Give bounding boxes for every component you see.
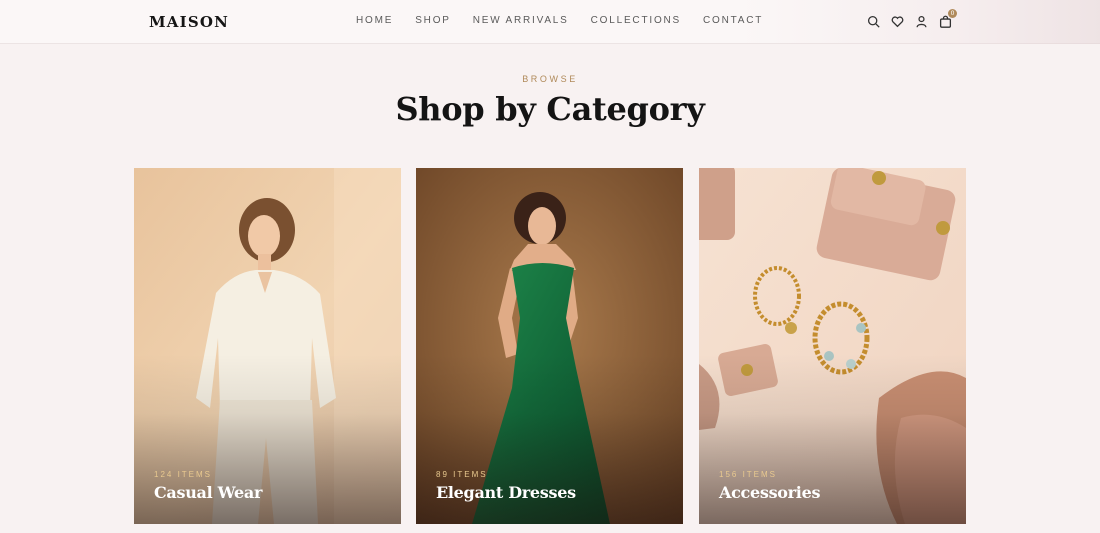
nav-shop[interactable]: SHOP [415, 15, 451, 26]
category-count: 156 ITEMS [719, 470, 778, 479]
section-eyebrow: BROWSE [522, 74, 578, 84]
category-count: 89 ITEMS [436, 470, 488, 479]
category-card-elegant-dresses[interactable]: 89 ITEMS Elegant Dresses [416, 168, 683, 524]
search-icon [867, 15, 880, 28]
nav-new-arrivals[interactable]: NEW ARRIVALS [473, 15, 569, 26]
category-card-accessories[interactable]: 156 ITEMS Accessories [699, 168, 966, 524]
heart-icon [891, 15, 903, 27]
category-count: 124 ITEMS [154, 470, 213, 479]
cart-count-badge: 0 [948, 9, 957, 18]
account-button[interactable] [914, 13, 928, 29]
section-title: Shop by Category [395, 90, 705, 128]
header-actions: 0 [866, 9, 962, 29]
nav-home[interactable]: HOME [356, 15, 393, 26]
search-button[interactable] [866, 13, 880, 29]
brand-logo[interactable]: MAISON [149, 13, 229, 31]
main-nav: HOME SHOP NEW ARRIVALS COLLECTIONS CONTA… [356, 15, 785, 26]
category-name: Accessories [719, 483, 821, 502]
category-card-casual-wear[interactable]: 124 ITEMS Casual Wear [134, 168, 401, 524]
user-icon [915, 15, 927, 27]
cart-button[interactable]: 0 [938, 9, 957, 29]
category-name: Casual Wear [154, 483, 263, 502]
category-name: Elegant Dresses [436, 483, 576, 502]
wishlist-button[interactable] [890, 13, 904, 29]
nav-collections[interactable]: COLLECTIONS [591, 15, 681, 26]
nav-contact[interactable]: CONTACT [703, 15, 763, 26]
site-header: MAISON HOME SHOP NEW ARRIVALS COLLECTION… [0, 0, 1100, 44]
